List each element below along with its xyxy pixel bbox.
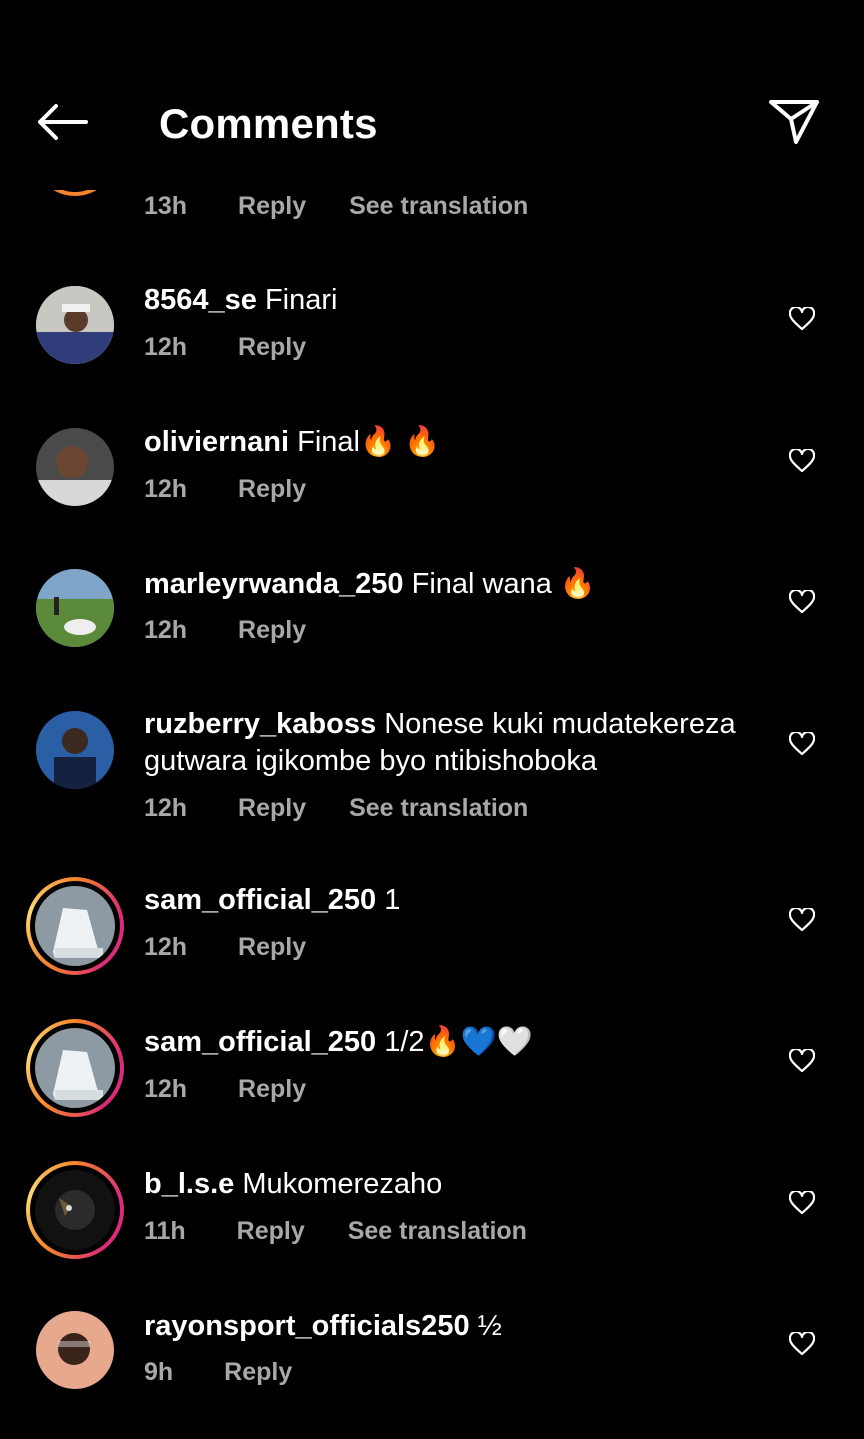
comment-body: 8564_se Finari <box>144 282 764 319</box>
like-button[interactable] <box>784 1046 820 1080</box>
reply-button[interactable]: Reply <box>238 794 306 823</box>
like-button[interactable] <box>784 587 820 621</box>
comment-username[interactable]: 8564_se <box>144 284 257 316</box>
avatar[interactable] <box>36 569 114 647</box>
heart-icon <box>788 730 816 761</box>
avatar[interactable] <box>36 1311 114 1389</box>
heart-icon <box>788 1330 816 1361</box>
heart-icon <box>788 447 816 478</box>
comment-username[interactable]: sam_official_250 <box>144 1026 376 1058</box>
comment-body: b_l.s.e Mukomerezaho <box>144 1166 764 1203</box>
avatar <box>35 886 115 966</box>
comment-meta: 12h Reply <box>144 616 342 645</box>
comment-meta: 9h Reply <box>144 1358 328 1387</box>
comment-username[interactable]: b_l.s.e <box>144 1168 234 1200</box>
comment-body: sam_official_250 1 <box>144 882 764 919</box>
comment-text: 1 <box>384 884 401 916</box>
see-translation-button[interactable]: See translation <box>348 1217 527 1246</box>
comment-time: 11h <box>144 1217 186 1245</box>
comment-time: 12h <box>144 1075 188 1103</box>
reply-button[interactable]: Reply <box>238 192 306 221</box>
comment-meta: 12h Reply See translation <box>144 794 528 823</box>
see-translation-button[interactable]: See translation <box>349 794 528 823</box>
like-button[interactable] <box>784 446 820 480</box>
comment-username[interactable]: sam_official_250 <box>144 884 376 916</box>
comment-username[interactable]: marleyrwanda_250 <box>144 568 404 600</box>
avatar <box>35 1028 115 1108</box>
avatar[interactable] <box>36 286 114 364</box>
comment-body: marleyrwanda_250 Final wana 🔥 <box>144 566 764 603</box>
paper-plane-icon <box>768 98 820 151</box>
page-title: Comments <box>159 100 378 147</box>
comment-meta: 12h Reply <box>144 1075 342 1104</box>
reply-button[interactable]: Reply <box>238 616 306 645</box>
comment-time: 9h <box>144 1358 174 1386</box>
reply-button[interactable]: Reply <box>224 1358 292 1387</box>
comment-time: 12h <box>144 333 188 361</box>
comment-meta: 12h Reply <box>144 333 342 362</box>
like-button[interactable] <box>784 1188 820 1222</box>
avatar[interactable] <box>36 711 114 789</box>
comment-text: ½ <box>477 1310 502 1342</box>
comment-time: 12h <box>144 475 188 503</box>
like-button[interactable] <box>784 304 820 338</box>
comment-username[interactable]: oliviernani <box>144 426 289 458</box>
like-button[interactable] <box>784 729 820 763</box>
heart-icon <box>788 1189 816 1220</box>
heart-icon <box>788 906 816 937</box>
share-button[interactable] <box>764 96 824 152</box>
avatar-story-ring[interactable] <box>26 1019 124 1117</box>
reply-button[interactable]: Reply <box>238 1075 306 1104</box>
comment-time: 12h <box>144 616 188 644</box>
comment-text: 1/2🔥💙🤍 <box>384 1026 533 1058</box>
comment-body: sam_official_250 1/2🔥💙🤍 <box>144 1024 764 1061</box>
avatar[interactable] <box>36 428 114 506</box>
comment-meta: 11h Reply See translation <box>144 1217 527 1246</box>
heart-icon <box>788 305 816 336</box>
back-button[interactable] <box>34 100 90 148</box>
heart-icon <box>788 588 816 619</box>
comment-meta: 13h Reply See translation <box>144 192 528 221</box>
heart-icon <box>788 1047 816 1078</box>
comment-meta: 12h Reply <box>144 933 342 962</box>
comment-meta: 12h Reply <box>144 475 342 504</box>
like-button[interactable] <box>784 1329 820 1363</box>
comment-time: 12h <box>144 794 188 822</box>
comment-text: Finari <box>264 284 338 316</box>
comment-body: oliviernani Final🔥 🔥 <box>144 424 764 461</box>
avatar <box>35 1170 115 1250</box>
comment-time: 12h <box>144 933 188 961</box>
header-bar: Comments <box>0 0 864 190</box>
comment-username[interactable]: ruzberry_kaboss <box>144 708 376 740</box>
arrow-left-icon <box>36 102 88 147</box>
comment-text: Final wana 🔥 <box>411 568 597 600</box>
reply-button[interactable]: Reply <box>238 933 306 962</box>
avatar-story-ring[interactable] <box>26 1161 124 1259</box>
see-translation-button[interactable]: See translation <box>349 192 528 221</box>
reply-button[interactable]: Reply <box>238 333 306 362</box>
reply-button[interactable]: Reply <box>237 1217 305 1246</box>
like-button[interactable] <box>784 905 820 939</box>
reply-button[interactable]: Reply <box>238 475 306 504</box>
comment-time: 13h <box>144 192 188 220</box>
comment-username[interactable]: rayonsport_officials250 <box>144 1310 470 1342</box>
avatar-story-ring[interactable] <box>26 877 124 975</box>
comment-body: ruzberry_kaboss Nonese kuki mudatekereza… <box>144 706 764 780</box>
comment-text: Mukomerezaho <box>242 1168 443 1200</box>
comment-text: Final🔥 🔥 <box>297 426 441 458</box>
comment-body: rayonsport_officials250 ½ <box>144 1308 764 1345</box>
